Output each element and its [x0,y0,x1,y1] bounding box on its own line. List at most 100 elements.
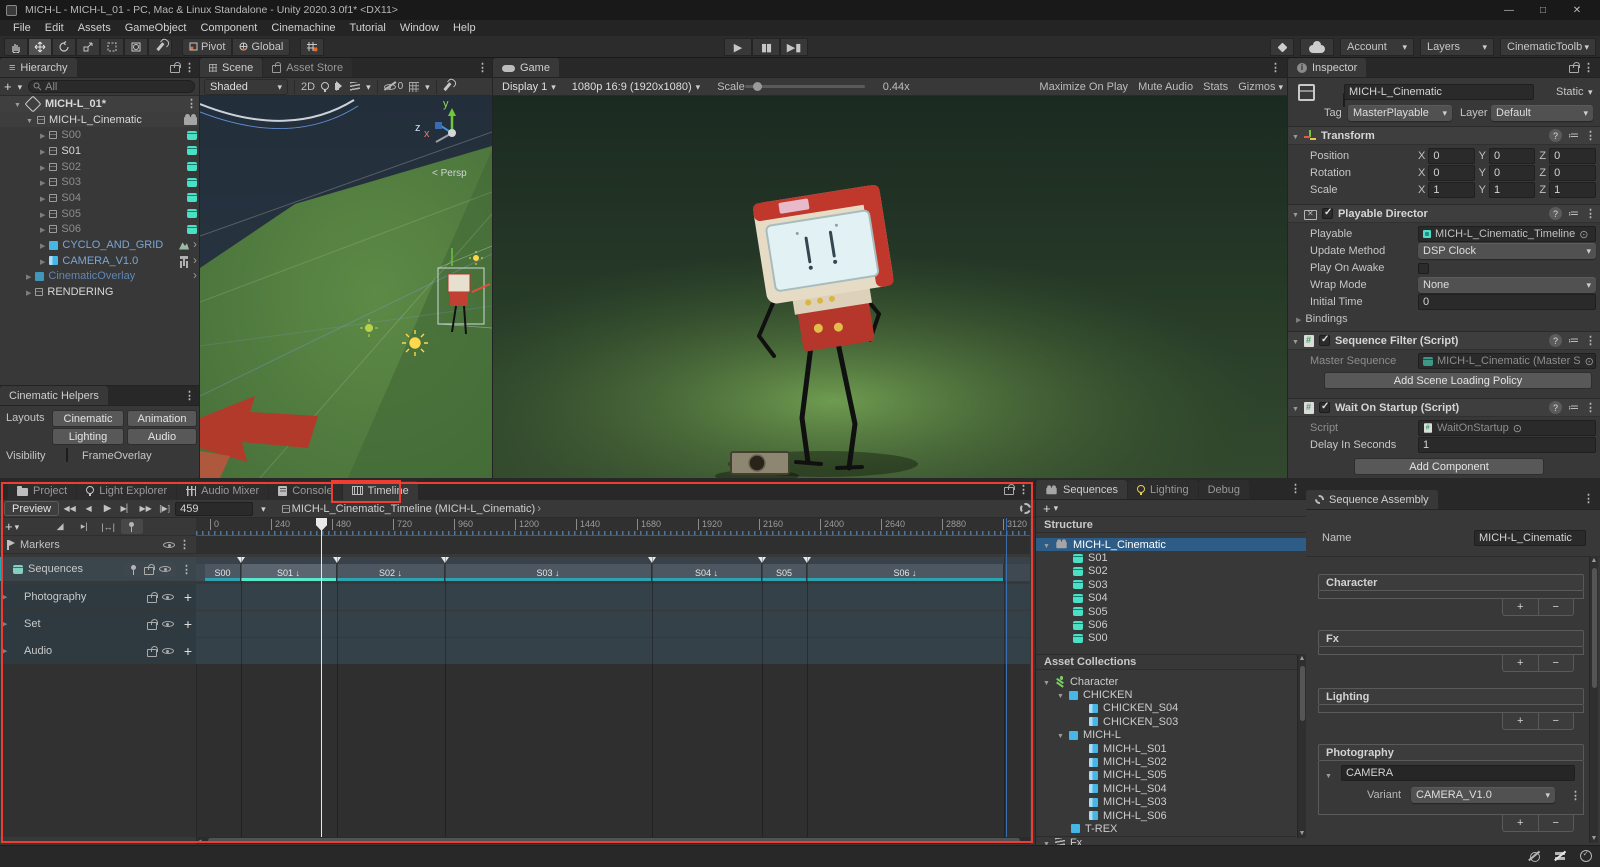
sequences-menu-icon[interactable] [1290,482,1301,495]
frame-field[interactable]: 459 [175,502,253,516]
helpers-menu-icon[interactable] [184,389,195,402]
pin-icon[interactable] [121,519,143,534]
position-x-field[interactable]: 0 [1428,148,1474,164]
structure-root-row[interactable]: MICH-L_Cinematic [1036,538,1306,551]
clip-s05[interactable]: S05 [762,564,807,581]
scrollbar-thumb[interactable] [1592,568,1597,688]
hand-tool-icon[interactable] [4,38,28,56]
scene-viewport[interactable]: y x < Persp z [200,96,492,478]
menu-item[interactable]: Assets [71,22,118,34]
frame-overlay-checkbox[interactable] [66,448,68,462]
assembly-scrollbar[interactable]: ▲▼ [1589,556,1598,843]
hierarchy-scene-row[interactable]: MICH-L_01* [0,96,199,112]
timeline-breadcrumb[interactable]: MICH-L_Cinematic_Timeline (MICH-L_Cinema… [292,503,535,515]
layout-animation-button[interactable]: Animation [127,410,197,427]
sequence-marker-icon[interactable] [333,557,341,563]
asset-row-trex[interactable]: T-REX [1036,822,1296,835]
clip-s01[interactable]: S01 ↓ [241,564,337,581]
transform-header[interactable]: Transform [1288,126,1600,145]
tab-console[interactable]: Console [269,481,341,500]
move-tool-icon[interactable] [28,38,52,56]
layers-dropdown[interactable]: Layers [1420,38,1494,56]
hierarchy-row[interactable]: MICH-L_Cinematic [0,112,199,128]
markers-track-header[interactable]: Markers [0,536,196,554]
goto-start-button[interactable]: ◀◀ [61,501,78,516]
layout-audio-button[interactable]: Audio [127,428,197,445]
add-sequence-button[interactable]: + [1043,501,1051,516]
frame-field-caret[interactable] [261,503,266,515]
minimize-button[interactable]: — [1492,5,1526,16]
lock-icon[interactable] [147,619,157,630]
scrollbar-thumb[interactable] [1300,666,1305,721]
tab-project[interactable]: Project [8,481,76,500]
timeline-menu-icon[interactable] [1018,483,1029,496]
position-z-field[interactable]: 0 [1549,148,1596,164]
close-button[interactable]: ✕ [1560,5,1594,16]
cloud-collab-icon[interactable] [1300,38,1334,56]
sequence-marker-icon[interactable] [648,557,656,563]
rotate-tool-icon[interactable] [52,38,76,56]
remove-button[interactable]: − [1539,599,1574,615]
structure-shot-row[interactable]: S01 [1036,551,1306,564]
character-collection-box[interactable]: Character [1318,574,1584,591]
lighting-collection-list[interactable] [1318,705,1584,713]
curves-view-icon[interactable]: ◢ [49,519,71,534]
help-icon[interactable] [1549,401,1562,414]
help-icon[interactable] [1549,129,1562,142]
hierarchy-row[interactable]: S00 [0,127,199,143]
add-button[interactable]: + [1503,713,1539,729]
hierarchy-row[interactable]: CinematicOverlay [0,269,199,285]
menu-item[interactable]: Edit [38,22,71,34]
lock-icon[interactable] [147,592,157,603]
step-button[interactable]: ▶▮ [780,38,808,56]
photography-collection-list[interactable]: CAMERA Variant CAMERA_V1.0 [1318,761,1584,815]
structure-shot-row[interactable]: S06 [1036,618,1306,631]
scale-z-field[interactable]: 1 [1549,182,1596,198]
variant-menu-icon[interactable] [1570,789,1581,802]
timeline-empty-area[interactable] [0,664,1030,837]
custom-tool-icon[interactable] [148,38,172,56]
asset-row-variant[interactable]: MICH-L_S06 [1036,809,1296,822]
sequence-marker-icon[interactable] [441,557,449,563]
timeline-ruler[interactable]: 0240480720960120014401680192021602400264… [196,518,1030,536]
lock-icon[interactable] [147,646,157,657]
tab-inspector[interactable]: iInspector [1288,58,1366,77]
presets-icon[interactable] [1568,334,1579,347]
component-menu-icon[interactable] [1585,334,1596,347]
delay-field[interactable]: 1 [1418,437,1596,453]
prefab-open-chevron[interactable] [193,239,197,251]
pin-icon[interactable] [129,564,139,575]
structure-shot-row[interactable]: S03 [1036,578,1306,591]
audio-track-content[interactable] [196,638,1030,664]
sequence-marker-icon[interactable] [758,557,766,563]
stats-toggle[interactable]: Stats [1203,81,1228,93]
scale-tool-icon[interactable] [76,38,100,56]
cinematic-tools-dropdown[interactable]: CinematicToolb [1500,38,1596,56]
scroll-left-arrow[interactable]: ◂ [198,837,202,845]
asset-row-variant[interactable]: MICH-L_S04 [1036,782,1296,795]
next-frame-button[interactable]: ▶▏ [118,501,135,516]
hierarchy-row[interactable]: RENDERING [0,284,199,300]
tab-audio-mixer[interactable]: Audio Mixer [177,481,268,500]
fx-collection-list[interactable] [1318,647,1584,655]
remove-button[interactable]: − [1539,655,1574,671]
photography-track-header[interactable]: Photography + [0,584,196,610]
add-clip-button[interactable]: + [184,616,192,632]
timeline-play-button[interactable]: ▶ [99,501,116,516]
fx-collection-box[interactable]: Fx [1318,630,1584,647]
tab-cinematic-helpers[interactable]: Cinematic Helpers [0,386,108,405]
layout-lighting-button[interactable]: Lighting [52,428,124,445]
inspector-lock-icon[interactable] [1569,62,1579,73]
add-track-caret[interactable] [15,521,20,533]
ripple-edit-icon[interactable]: ▸| [73,519,95,534]
menu-item[interactable]: Window [393,22,446,34]
structure-shot-row[interactable]: S05 [1036,605,1306,618]
add-track-button[interactable]: + [5,519,13,534]
help-icon[interactable] [1549,334,1562,347]
asset-row-michl[interactable]: MICH-L [1036,729,1296,742]
sequences-track-content[interactable]: S00 S01 ↓ S02 ↓ S03 ↓ S04 ↓ S05 S06 ↓ [196,557,1030,581]
track-menu-icon[interactable] [181,563,192,576]
hierarchy-row[interactable]: S06 [0,222,199,238]
bindings-row[interactable]: Bindings [1288,311,1596,327]
add-button[interactable]: + [1503,655,1539,671]
